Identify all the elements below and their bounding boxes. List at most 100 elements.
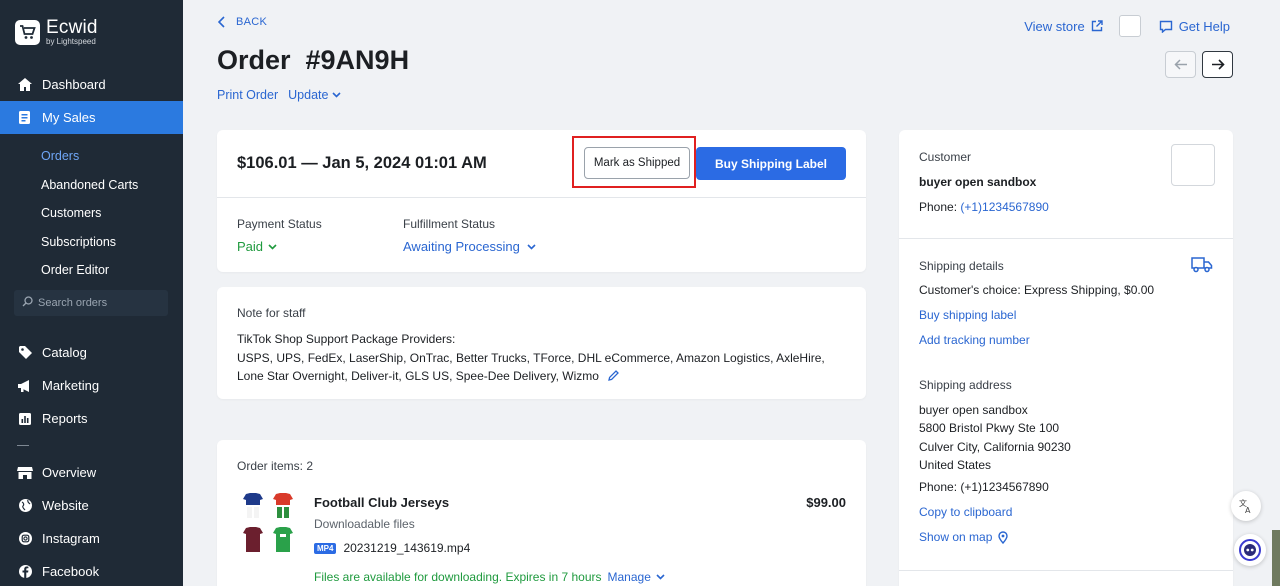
copy-to-clipboard-link[interactable]: Copy to clipboard — [919, 505, 1012, 519]
shipping-choice: Customer's choice: Express Shipping, $0.… — [919, 283, 1155, 297]
instagram-icon — [17, 531, 33, 547]
add-tracking-number-link[interactable]: Add tracking number — [919, 333, 1030, 347]
assistant-button[interactable] — [1234, 534, 1266, 566]
view-store-label: View store — [1024, 18, 1085, 34]
divider — [899, 570, 1233, 571]
sidebar-search[interactable] — [14, 290, 168, 316]
search-icon — [22, 296, 33, 310]
sidebar-item-label: Reports — [42, 411, 88, 426]
next-order-button[interactable] — [1202, 51, 1233, 78]
home-icon — [17, 77, 33, 93]
bar-chart-icon — [17, 411, 33, 427]
buy-shipping-label-button[interactable]: Buy Shipping Label — [696, 147, 846, 180]
address-country: United States — [919, 458, 992, 472]
sidebar-item-marketing[interactable]: Marketing — [0, 369, 183, 402]
chevron-down-icon — [332, 92, 342, 98]
scrollbar-strip[interactable] — [1272, 530, 1280, 586]
get-help-label: Get Help — [1178, 18, 1230, 34]
show-on-map-label: Show on map — [919, 530, 993, 544]
file-availability: Files are available for downloading. Exp… — [314, 570, 602, 584]
jersey-image — [243, 493, 263, 518]
mp4-badge: MP4 — [314, 542, 337, 554]
edit-note-icon[interactable] — [608, 368, 620, 387]
fulfillment-status-value: Awaiting Processing — [403, 239, 520, 254]
map-pin-icon — [998, 530, 1009, 544]
facebook-icon — [17, 564, 33, 580]
address-phone: Phone: (+1)1234567890 — [919, 480, 1049, 494]
sidebar-subitem-subscriptions[interactable]: Subscriptions — [41, 235, 116, 249]
note-line: TikTok Shop Support Package Providers: — [237, 332, 456, 346]
staff-note-card: Note for staff TikTok Shop Support Packa… — [217, 287, 866, 399]
sales-icon — [17, 110, 33, 126]
note-body: TikTok Shop Support Package Providers: U… — [237, 330, 837, 387]
phone-label: Phone: — [919, 200, 961, 214]
sidebar-item-instagram[interactable]: Instagram — [0, 522, 183, 555]
payment-status-value: Paid — [237, 239, 264, 254]
page-title: Order #9AN9H — [217, 45, 410, 75]
file-name: 20231219_143619.mp4 — [343, 541, 471, 555]
chevron-down-icon — [656, 574, 665, 580]
sidebar-subitem-customers[interactable]: Customers — [41, 206, 101, 220]
sidebar-item-website[interactable]: Website — [0, 489, 183, 522]
search-orders-input[interactable] — [38, 297, 158, 309]
sidebar-subitem-abandoned-carts[interactable]: Abandoned Carts — [41, 178, 138, 192]
sidebar-item-catalog[interactable]: Catalog — [0, 336, 183, 369]
customer-avatar — [1171, 144, 1215, 186]
sidebar-subitem-orders[interactable]: Orders — [41, 149, 79, 163]
mark-as-shipped-button[interactable]: Mark as Shipped — [584, 147, 690, 179]
sidebar: Ecwid by Lightspeed Dashboard My Sales O… — [0, 0, 183, 586]
chat-bubble-icon — [1159, 20, 1172, 33]
translate-button[interactable]: 文A — [1231, 491, 1261, 521]
manage-dropdown[interactable]: Manage — [608, 570, 665, 584]
manage-label: Manage — [607, 570, 651, 584]
file-row: MP4 20231219_143619.mp4 — [314, 541, 470, 555]
sidebar-item-label: Catalog — [42, 345, 87, 360]
customer-phone: Phone: (+1)1234567890 — [919, 200, 1049, 214]
payment-status-label: Payment Status — [237, 217, 322, 231]
globe-icon — [17, 498, 33, 514]
order-total-date: $106.01 — Jan 5, 2024 01:01 AM — [237, 154, 487, 172]
fulfillment-status-label: Fulfillment Status — [403, 217, 496, 231]
sidebar-item-label: Website — [42, 498, 89, 513]
ecwid-logo[interactable]: Ecwid by Lightspeed — [15, 18, 98, 46]
sidebar-subitem-order-editor[interactable]: Order Editor — [41, 263, 109, 277]
previous-order-button[interactable] — [1165, 51, 1196, 78]
sidebar-item-label: Dashboard — [42, 77, 106, 92]
buy-shipping-label-link[interactable]: Buy shipping label — [919, 308, 1016, 322]
sidebar-item-label: Facebook — [42, 564, 100, 579]
show-on-map-link[interactable]: Show on map — [919, 530, 1009, 544]
product-name-link[interactable]: Football Club Jerseys — [314, 495, 449, 510]
order-items-count: Order items: 2 — [237, 459, 314, 473]
back-label: BACK — [236, 16, 268, 28]
sidebar-item-label: My Sales — [42, 110, 96, 125]
truck-icon — [1191, 256, 1213, 278]
sidebar-item-label: Marketing — [42, 378, 100, 393]
tag-icon — [17, 345, 33, 361]
customer-name[interactable]: buyer open sandbox — [919, 175, 1036, 189]
sidebar-item-dashboard[interactable]: Dashboard — [0, 68, 183, 101]
print-order-link[interactable]: Print Order — [217, 88, 278, 102]
translate-icon: 文A — [1239, 498, 1251, 514]
storefront-icon — [17, 465, 33, 481]
get-help-link[interactable]: Get Help — [1159, 19, 1230, 34]
view-store-link[interactable]: View store — [1024, 18, 1103, 34]
jersey-image — [273, 493, 293, 518]
brand-sub: by Lightspeed — [46, 37, 96, 46]
payment-status-dropdown[interactable]: Paid — [237, 239, 277, 254]
back-link[interactable]: BACK — [218, 16, 267, 28]
user-avatar[interactable] — [1118, 15, 1141, 37]
sidebar-item-overview[interactable]: Overview — [0, 456, 183, 489]
customer-card: Customer buyer open sandbox Phone: (+1)1… — [899, 130, 1233, 586]
sidebar-item-my-sales[interactable]: My Sales — [0, 101, 183, 134]
sidebar-item-reports[interactable]: Reports — [0, 402, 183, 435]
sidebar-item-label: Instagram — [42, 531, 100, 546]
sidebar-item-label: Overview — [42, 465, 97, 480]
product-thumbnail[interactable] — [242, 492, 298, 558]
customer-phone-link[interactable]: (+1)1234567890 — [960, 200, 1048, 214]
sidebar-item-facebook[interactable]: Facebook — [0, 555, 183, 586]
svg-text:A: A — [1245, 506, 1251, 514]
fulfillment-status-dropdown[interactable]: Awaiting Processing — [403, 239, 536, 254]
update-dropdown[interactable]: Update — [288, 88, 342, 102]
cart-logo-icon — [15, 19, 40, 45]
product-price: $99.00 — [806, 495, 846, 510]
